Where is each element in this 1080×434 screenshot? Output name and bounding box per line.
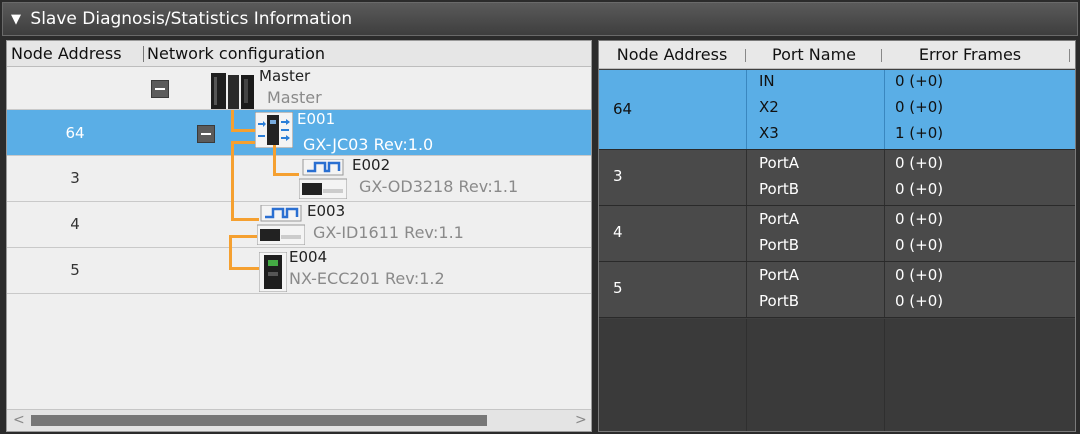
junction-slave-icon bbox=[255, 112, 293, 148]
row-node-address: 4 bbox=[613, 223, 623, 241]
error-frames: 0 (+0) bbox=[895, 210, 944, 228]
master-sub: Master bbox=[267, 88, 322, 107]
scroll-right-icon[interactable]: > bbox=[575, 412, 587, 428]
digital-output-icon bbox=[299, 159, 347, 199]
header-port-name[interactable]: Port Name bbox=[749, 41, 879, 69]
port-name: PortB bbox=[759, 236, 800, 254]
node-address: 64 bbox=[65, 124, 85, 142]
tree-line bbox=[231, 129, 255, 132]
error-frames: 0 (+0) bbox=[895, 266, 944, 284]
table-row[interactable]: 4 PortA 0 (+0) PortB 0 (+0) bbox=[599, 206, 1075, 262]
port-name: PortB bbox=[759, 180, 800, 198]
collapse-triangle-icon[interactable]: ▼ bbox=[11, 4, 21, 36]
collapse-toggle-master[interactable] bbox=[151, 80, 169, 98]
header-error-frames[interactable]: Error Frames bbox=[885, 41, 1055, 69]
node-model: NX-ECC201 Rev:1.2 bbox=[289, 269, 445, 288]
node-address: 3 bbox=[70, 169, 80, 187]
node-model: GX-ID1611 Rev:1.1 bbox=[313, 223, 464, 242]
tree-line bbox=[231, 141, 234, 221]
column-divider[interactable] bbox=[143, 46, 144, 62]
tree-row-e001[interactable]: 64 E001 GX-JC03 Rev:1.0 bbox=[7, 110, 591, 156]
table-row[interactable]: 5 PortA 0 (+0) PortB 0 (+0) bbox=[599, 262, 1075, 318]
network-configuration-panel: Node Address Network configuration Maste… bbox=[6, 40, 592, 432]
tree-row-e004[interactable]: 5 E004 NX-ECC201 Rev:1.2 bbox=[7, 248, 591, 294]
port-name: PortA bbox=[759, 266, 799, 284]
error-statistics-table: Node Address Port Name Error Frames 64 I… bbox=[598, 40, 1076, 432]
tree-row-e003[interactable]: 4 E003 GX-ID1611 Rev:1.1 bbox=[7, 202, 591, 248]
error-frames: 1 (+0) bbox=[895, 124, 944, 142]
tree-line bbox=[229, 235, 232, 269]
coupler-icon bbox=[259, 252, 287, 292]
tree-row-master[interactable]: Master Master bbox=[7, 67, 591, 110]
column-divider[interactable] bbox=[881, 49, 882, 62]
header-node-address[interactable]: Node Address bbox=[11, 41, 122, 67]
tree-line bbox=[273, 145, 276, 175]
tree-line bbox=[229, 235, 257, 238]
node-address: 5 bbox=[70, 261, 80, 279]
table-row[interactable]: 64 IN 0 (+0) X2 0 (+0) X3 1 (+0) bbox=[599, 70, 1075, 150]
table-empty-area bbox=[599, 319, 1075, 431]
port-name: PortA bbox=[759, 154, 799, 172]
row-node-address: 5 bbox=[613, 279, 623, 297]
error-frames: 0 (+0) bbox=[895, 72, 944, 90]
error-frames: 0 (+0) bbox=[895, 236, 944, 254]
table-header: Node Address Port Name Error Frames bbox=[599, 41, 1075, 69]
node-model: GX-OD3218 Rev:1.1 bbox=[359, 177, 519, 196]
digital-input-icon bbox=[257, 205, 305, 245]
panel-title-bar[interactable]: ▼ Slave Diagnosis/Statistics Information bbox=[2, 2, 1078, 36]
tree-line bbox=[231, 218, 259, 221]
header-node-address[interactable]: Node Address bbox=[599, 41, 745, 69]
port-name: IN bbox=[759, 72, 775, 90]
tree-line bbox=[273, 173, 299, 176]
node-name: E001 bbox=[297, 110, 336, 128]
node-name: E004 bbox=[289, 248, 328, 266]
scrollbar-thumb[interactable] bbox=[31, 415, 487, 426]
node-address: 4 bbox=[70, 215, 80, 233]
port-name: PortB bbox=[759, 292, 800, 310]
node-name: E002 bbox=[352, 156, 391, 174]
panel-title: Slave Diagnosis/Statistics Information bbox=[30, 9, 353, 29]
node-model: GX-JC03 Rev:1.0 bbox=[303, 135, 434, 154]
tree-header: Node Address Network configuration bbox=[7, 41, 591, 67]
master-name: Master bbox=[259, 67, 311, 85]
node-name: E003 bbox=[307, 202, 346, 220]
port-name: X3 bbox=[759, 124, 779, 142]
tree-line bbox=[231, 141, 255, 144]
header-network-configuration[interactable]: Network configuration bbox=[147, 41, 325, 67]
collapse-toggle-e001[interactable] bbox=[197, 125, 215, 143]
error-frames: 0 (+0) bbox=[895, 180, 944, 198]
column-divider[interactable] bbox=[745, 49, 746, 62]
port-name: PortA bbox=[759, 210, 799, 228]
error-frames: 0 (+0) bbox=[895, 292, 944, 310]
table-row[interactable]: 3 PortA 0 (+0) PortB 0 (+0) bbox=[599, 150, 1075, 206]
tree-row-e002[interactable]: 3 E002 GX-OD3218 Rev:1.1 bbox=[7, 156, 591, 202]
plc-master-icon bbox=[211, 73, 254, 109]
row-node-address: 3 bbox=[613, 167, 623, 185]
column-divider[interactable] bbox=[1069, 49, 1070, 62]
horizontal-scrollbar[interactable]: < > bbox=[7, 409, 591, 431]
port-name: X2 bbox=[759, 98, 779, 116]
row-node-address: 64 bbox=[613, 100, 633, 118]
tree-line bbox=[229, 267, 259, 270]
error-frames: 0 (+0) bbox=[895, 98, 944, 116]
scroll-left-icon[interactable]: < bbox=[13, 412, 25, 428]
error-frames: 0 (+0) bbox=[895, 154, 944, 172]
